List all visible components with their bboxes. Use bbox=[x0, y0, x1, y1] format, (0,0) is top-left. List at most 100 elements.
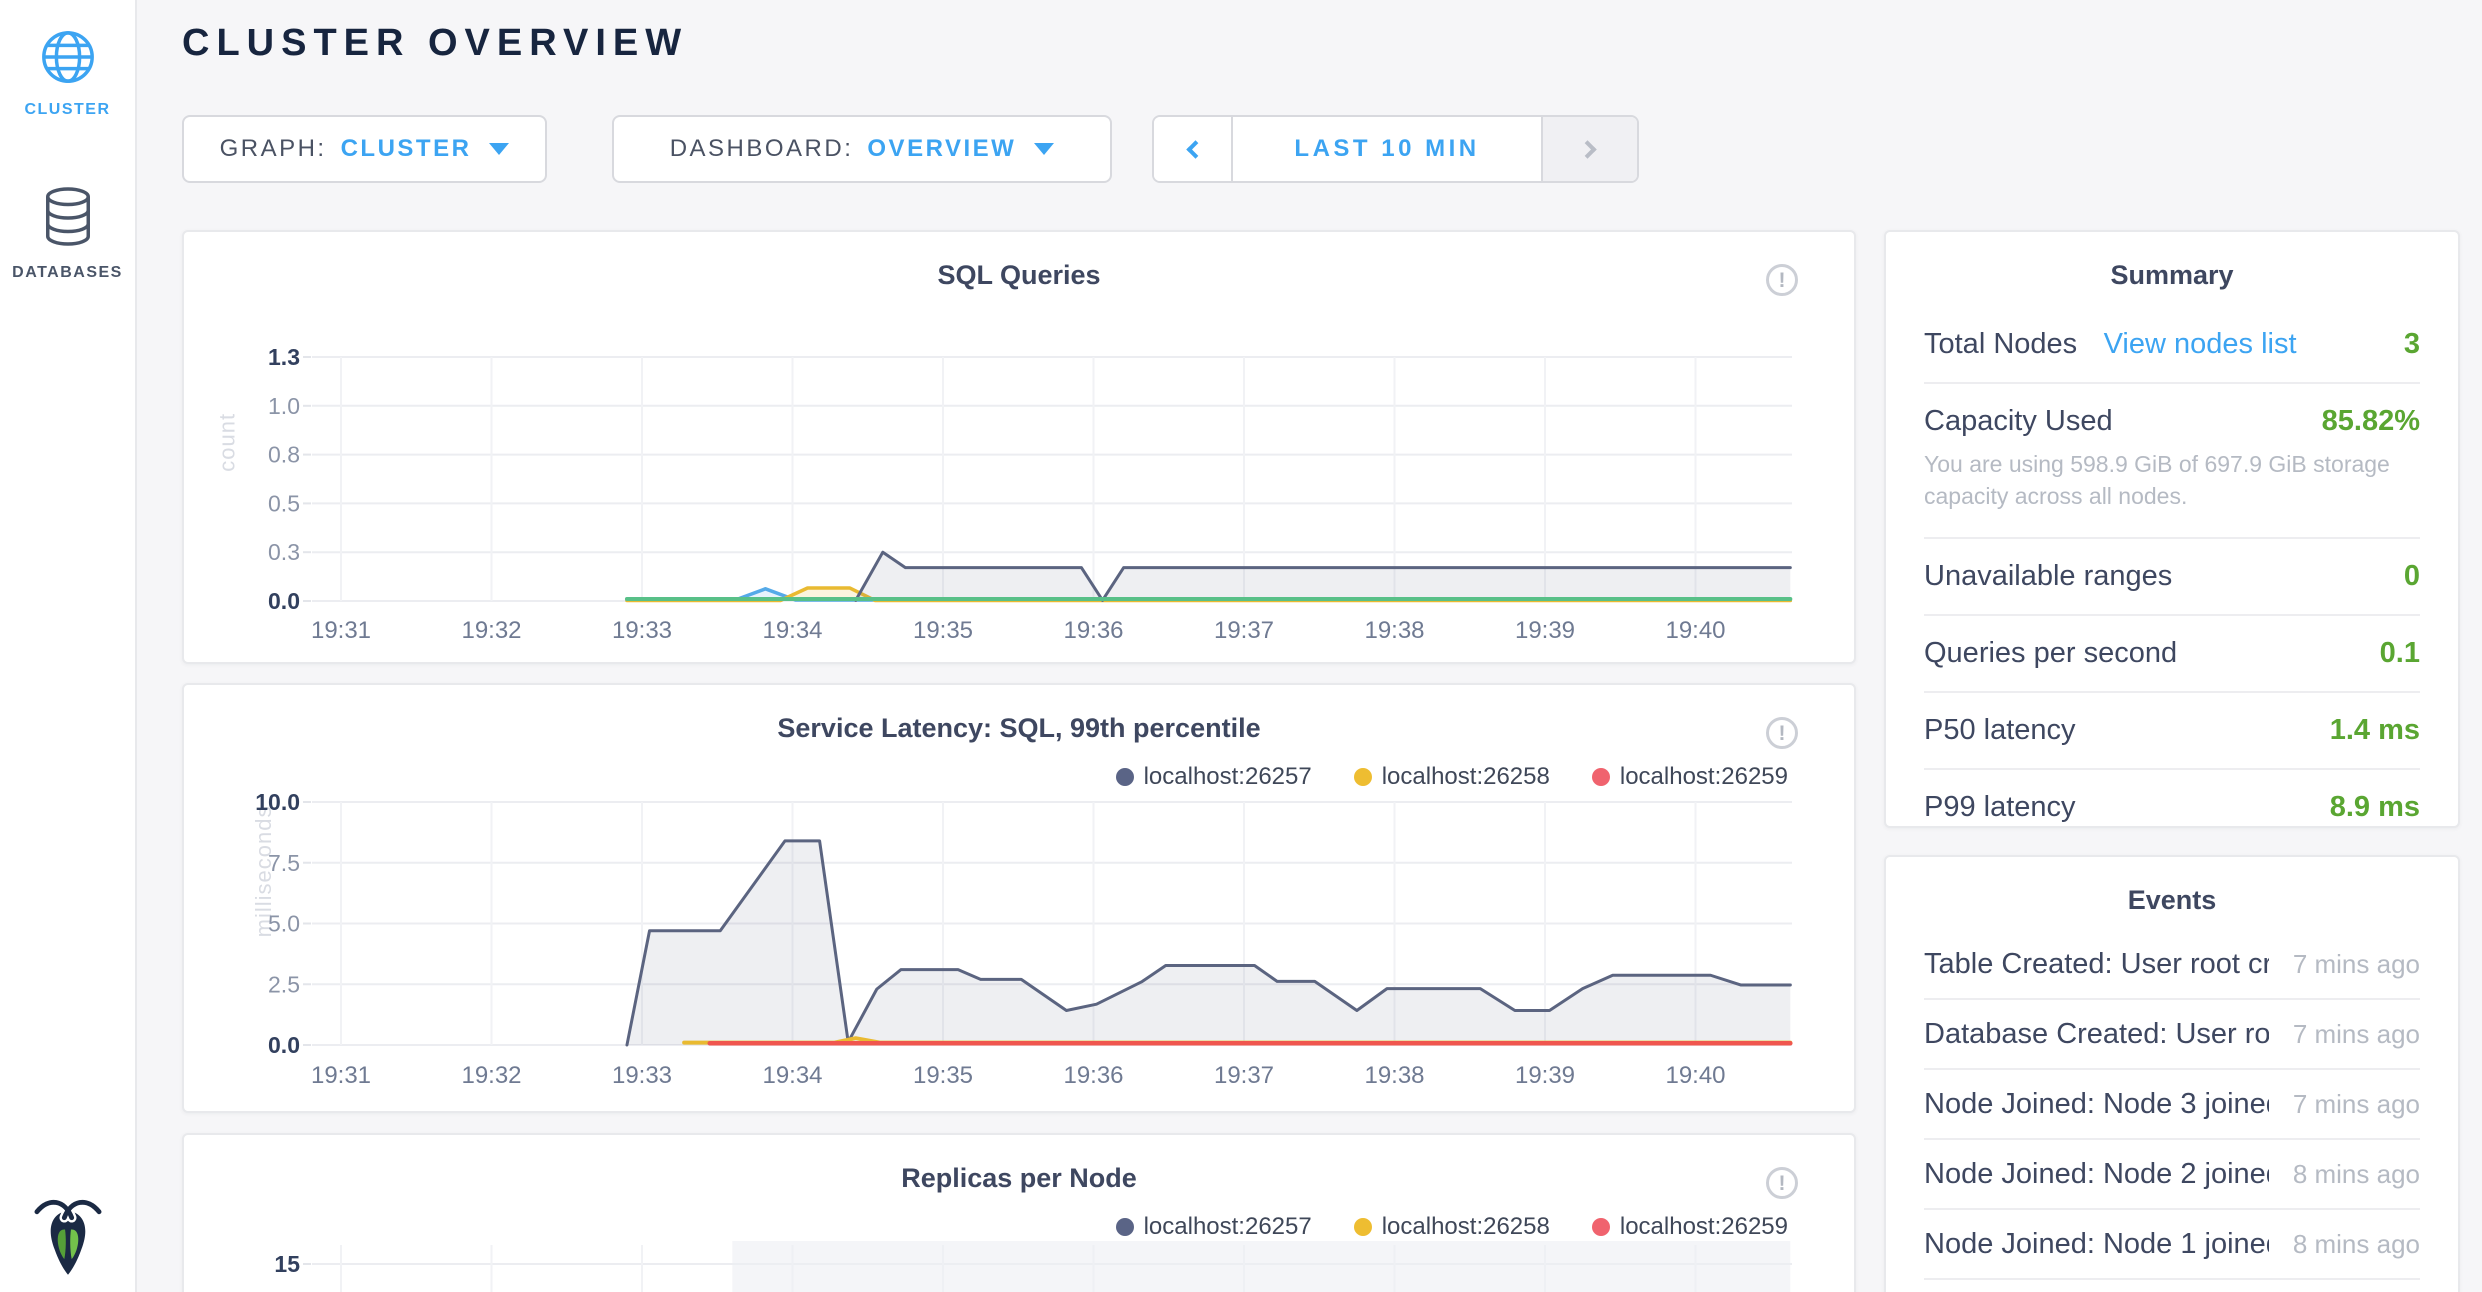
y-axis-tick-label: 10.0 bbox=[255, 789, 300, 815]
summary-row-p50: P50 latency 1.4 ms bbox=[1924, 693, 2420, 770]
replicas-per-node-chart-card: Replicas per Node localhost:26257localho… bbox=[182, 1133, 1856, 1292]
time-range-selector: LAST 10 MIN bbox=[1152, 115, 1639, 183]
event-time: 7 mins ago bbox=[2293, 949, 2420, 980]
unavailable-ranges-label: Unavailable ranges bbox=[1924, 560, 2172, 593]
chevron-down-icon bbox=[1034, 143, 1054, 155]
dashboard-dropdown-value: OVERVIEW bbox=[867, 135, 1016, 163]
sql-queries-plot: 1.31.00.80.50.30.019:3119:3219:3319:3419… bbox=[184, 232, 1858, 666]
y-axis-tick-label: 0.0 bbox=[268, 1032, 300, 1058]
service-latency-chart-card: Service Latency: SQL, 99th percentile lo… bbox=[182, 683, 1856, 1113]
y-axis-tick-label: 0.5 bbox=[268, 490, 300, 516]
qps-value: 0.1 bbox=[2380, 637, 2420, 670]
controls-bar: GRAPH: CLUSTER DASHBOARD: OVERVIEW LAST … bbox=[182, 115, 1639, 183]
replicas-per-node-plot: 15 bbox=[184, 1135, 1858, 1292]
y-axis-tick-label: 7.5 bbox=[268, 850, 300, 876]
x-axis-tick-label: 19:37 bbox=[1214, 617, 1274, 644]
page-title: CLUSTER OVERVIEW bbox=[182, 22, 688, 65]
x-axis-tick-label: 19:35 bbox=[913, 617, 973, 644]
dashboard-dropdown[interactable]: DASHBOARD: OVERVIEW bbox=[612, 115, 1112, 183]
x-axis-tick-label: 19:33 bbox=[612, 617, 672, 644]
y-axis-tick-label: 2.5 bbox=[268, 971, 300, 997]
event-row: Database Created: User roo... 7 mins ago bbox=[1924, 1000, 2420, 1070]
y-axis-tick-label: 5.0 bbox=[268, 911, 300, 937]
y-axis-tick-label: 0.0 bbox=[268, 588, 300, 614]
qps-label: Queries per second bbox=[1924, 637, 2177, 670]
summary-row-p99: P99 latency 8.9 ms bbox=[1924, 770, 2420, 845]
sql-queries-chart-card: SQL Queries count 1.31.00.80.50.30.019:3… bbox=[182, 230, 1856, 664]
y-axis-tick-label: 15 bbox=[274, 1251, 300, 1277]
database-icon bbox=[41, 185, 95, 249]
chevron-right-icon bbox=[1578, 140, 1596, 158]
y-axis-tick-label: 0.8 bbox=[268, 442, 300, 468]
unavailable-ranges-value: 0 bbox=[2404, 560, 2420, 593]
cockroachdb-logo[interactable] bbox=[0, 1191, 135, 1282]
event-text: Database Created: User roo... bbox=[1924, 1018, 2269, 1051]
cockroach-bug-icon bbox=[31, 1191, 105, 1277]
globe-icon bbox=[39, 28, 97, 86]
x-axis-tick-label: 19:34 bbox=[762, 1062, 822, 1089]
x-axis-tick-label: 19:35 bbox=[913, 1062, 973, 1089]
event-text: Node Joined: Node 2 joined... bbox=[1924, 1158, 2269, 1191]
x-axis-tick-label: 19:39 bbox=[1515, 1062, 1575, 1089]
event-time: 8 mins ago bbox=[2293, 1159, 2420, 1190]
x-axis-tick-label: 19:40 bbox=[1665, 1062, 1725, 1089]
event-text: Node Joined: Node 3 joined... bbox=[1924, 1088, 2269, 1121]
total-nodes-value: 3 bbox=[2404, 328, 2420, 361]
summary-row-total-nodes: Total Nodes View nodes list 3 bbox=[1924, 307, 2420, 384]
time-range-next-button[interactable] bbox=[1543, 117, 1637, 181]
x-axis-tick-label: 19:32 bbox=[461, 1062, 521, 1089]
event-time: 7 mins ago bbox=[2293, 1089, 2420, 1120]
x-axis-tick-label: 19:40 bbox=[1665, 617, 1725, 644]
p99-latency-value: 8.9 ms bbox=[2330, 791, 2420, 824]
x-axis-tick-label: 19:36 bbox=[1063, 1062, 1123, 1089]
p99-latency-label: P99 latency bbox=[1924, 791, 2076, 824]
p50-latency-label: P50 latency bbox=[1924, 714, 2076, 747]
time-range-value[interactable]: LAST 10 MIN bbox=[1231, 117, 1543, 181]
chevron-down-icon bbox=[489, 143, 509, 155]
event-row: Node Joined: Node 2 joined... 8 mins ago bbox=[1924, 1140, 2420, 1210]
x-axis-tick-label: 19:36 bbox=[1063, 617, 1123, 644]
event-time: 7 mins ago bbox=[2293, 1019, 2420, 1050]
series-area-localhost:26257 bbox=[627, 841, 1790, 1045]
summary-row-capacity: Capacity Used 85.82% You are using 598.9… bbox=[1924, 384, 2420, 539]
view-nodes-list-link[interactable]: View nodes list bbox=[2104, 328, 2297, 360]
x-axis-tick-label: 19:31 bbox=[311, 617, 371, 644]
event-time: 8 mins ago bbox=[2293, 1229, 2420, 1260]
chevron-left-icon bbox=[1186, 140, 1204, 158]
event-row: Node Joined: Node 3 joined... 7 mins ago bbox=[1924, 1070, 2420, 1140]
capacity-subtext: You are using 598.9 GiB of 697.9 GiB sto… bbox=[1924, 448, 2420, 516]
sidebar-item-cluster[interactable]: CLUSTER bbox=[0, 28, 135, 119]
series-area-dark bbox=[856, 552, 1791, 601]
main-content: CLUSTER OVERVIEW GRAPH: CLUSTER DASHBOAR… bbox=[137, 0, 2482, 1292]
y-axis-tick-label: 1.3 bbox=[268, 344, 300, 370]
service-latency-plot: 10.0 7.5 5.0 2.5 0.0 19:31 19:32 19:33 19:34 19:3… bbox=[184, 685, 1858, 1115]
summary-row-qps: Queries per second 0.1 bbox=[1924, 616, 2420, 693]
x-axis-tick-label: 19:38 bbox=[1364, 1062, 1424, 1089]
x-axis-tick-label: 19:33 bbox=[612, 1062, 672, 1089]
event-row: Table Created: User root cre... 7 mins a… bbox=[1924, 930, 2420, 1000]
x-axis-tick-label: 19:39 bbox=[1515, 617, 1575, 644]
graph-dropdown[interactable]: GRAPH: CLUSTER bbox=[182, 115, 547, 183]
event-row: Node Joined: Node 1 joined... 8 mins ago bbox=[1924, 1210, 2420, 1280]
x-axis-tick-label: 19:34 bbox=[762, 617, 822, 644]
events-panel: Events Table Created: User root cre... 7… bbox=[1884, 855, 2460, 1292]
sidebar-item-databases[interactable]: DATABASES bbox=[0, 185, 135, 282]
capacity-label: Capacity Used bbox=[1924, 405, 2113, 438]
total-nodes-label: Total Nodes bbox=[1924, 328, 2077, 360]
summary-panel: Summary Total Nodes View nodes list 3 Ca… bbox=[1884, 230, 2460, 828]
y-axis-tick-label: 0.3 bbox=[268, 539, 300, 565]
p50-latency-value: 1.4 ms bbox=[2330, 714, 2420, 747]
x-axis-tick-label: 19:37 bbox=[1214, 1062, 1274, 1089]
capacity-value: 85.82% bbox=[2322, 405, 2420, 438]
admin-ui-root: CLUSTER DATABASES bbox=[0, 0, 2482, 1292]
x-axis-tick-label: 19:38 bbox=[1364, 617, 1424, 644]
sidebar: CLUSTER DATABASES bbox=[0, 0, 137, 1292]
x-axis-tick-label: 19:32 bbox=[461, 617, 521, 644]
summary-title: Summary bbox=[1886, 232, 2458, 291]
event-text: Table Created: User root cre... bbox=[1924, 948, 2269, 981]
time-range-prev-button[interactable] bbox=[1154, 117, 1231, 181]
sidebar-item-label: DATABASES bbox=[0, 264, 135, 282]
events-title: Events bbox=[1886, 857, 2458, 916]
x-axis-tick-label: 19:31 bbox=[311, 1062, 371, 1089]
graph-dropdown-value: CLUSTER bbox=[341, 135, 472, 163]
